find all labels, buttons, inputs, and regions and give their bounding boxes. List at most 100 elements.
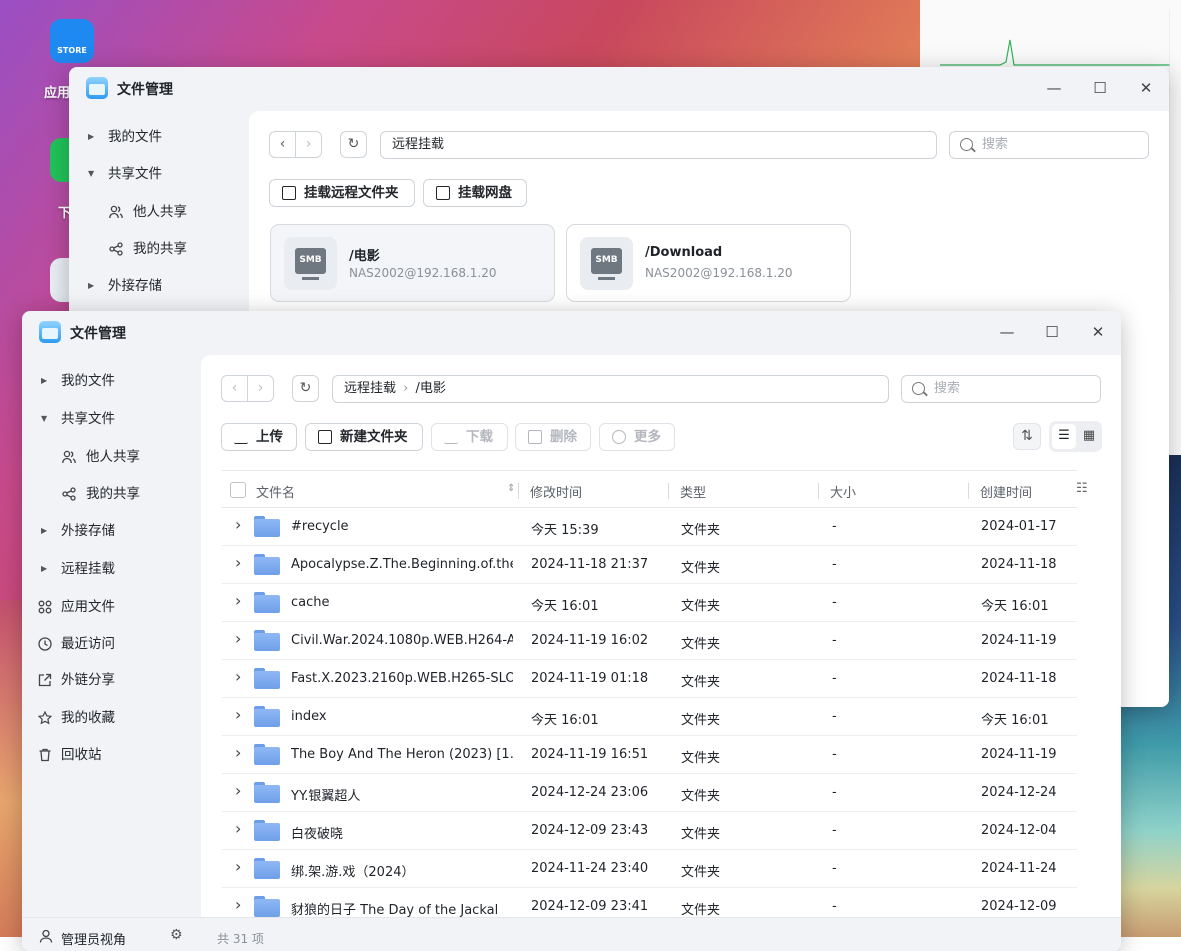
table-row[interactable]: › Civil.War.2024.1080p.WEB.H264-A... 2024-… — [222, 622, 1077, 660]
back-button[interactable]: ‹ — [269, 131, 296, 158]
forward-button[interactable]: › — [295, 131, 322, 158]
new-folder-button[interactable]: 新建文件夹 — [305, 423, 423, 451]
gear-icon[interactable]: ⚙ — [170, 927, 183, 943]
close-icon[interactable]: ✕ — [1089, 323, 1107, 341]
expand-chevron-icon[interactable]: › — [235, 705, 241, 724]
apps-grid-icon — [38, 600, 52, 614]
sidebar-item-my-shares[interactable]: 我的共享 — [22, 476, 202, 512]
mount-card-movies[interactable]: SMB /电影 NAS2002@192.168.1.20 — [270, 224, 555, 302]
column-settings-icon[interactable]: ☷ — [1076, 481, 1088, 496]
caret-right-icon: ▶ — [88, 132, 95, 141]
expand-chevron-icon[interactable]: › — [235, 667, 241, 686]
app-store-icon[interactable]: STORE — [50, 19, 94, 63]
table-row[interactable]: › The Boy And The Heron (2023) [1... 2024-… — [222, 736, 1077, 774]
sidebar-item-remote-mount[interactable]: ▶ 远程挂载 — [22, 551, 202, 587]
table-row[interactable]: › cache 今天 16:01 文件夹 - 今天 16:01 — [222, 584, 1077, 622]
breadcrumb-item[interactable]: 远程挂载 — [344, 381, 396, 396]
folder-icon — [254, 592, 280, 613]
expand-chevron-icon[interactable]: › — [235, 515, 241, 534]
file-manager-app-icon — [86, 77, 108, 99]
sidebar-item-shared-files[interactable]: ▼ 共享文件 — [22, 401, 202, 437]
table-row[interactable]: › 绑.架.游.戏（2024） 2024-11-24 23:40 文件夹 - 2024-1… — [222, 850, 1077, 888]
expand-chevron-icon[interactable]: › — [235, 629, 241, 648]
sidebar-item-my-shares[interactable]: 我的共享 — [69, 231, 249, 267]
expand-chevron-icon[interactable]: › — [235, 591, 241, 610]
address-bar[interactable]: 远程挂载 — [380, 131, 937, 159]
window-title: 文件管理 — [70, 326, 126, 342]
table-row[interactable]: › Fast.X.2023.2160p.WEB.H265-SLO... 2024-1… — [222, 660, 1077, 698]
forward-button[interactable]: › — [247, 375, 274, 402]
back-button[interactable]: ‹ — [221, 375, 248, 402]
close-icon[interactable]: ✕ — [1137, 79, 1155, 97]
sidebar-item-shared-with-me[interactable]: 他人共享 — [22, 439, 202, 475]
cell-created: 2024-01-17 — [981, 519, 1057, 534]
minimize-icon[interactable]: — — [998, 323, 1016, 341]
star-icon — [38, 711, 52, 725]
table-row[interactable]: › YY.银翼超人 2024-12-24 23:06 文件夹 - 2024-12-24 — [222, 774, 1077, 812]
sidebar-item-shared-with-me[interactable]: 他人共享 — [69, 194, 249, 230]
upload-button[interactable]: 上传 — [221, 423, 297, 451]
table-row[interactable]: › #recycle 今天 15:39 文件夹 - 2024-01-17 — [222, 508, 1077, 546]
column-header-type[interactable]: 类型 — [668, 482, 706, 501]
mount-remote-folder-button[interactable]: 挂载远程文件夹 — [269, 179, 415, 207]
mount-card-download[interactable]: SMB /Download NAS2002@192.168.1.20 — [566, 224, 851, 302]
caret-down-icon: ▼ — [88, 169, 95, 178]
select-all-checkbox[interactable] — [230, 482, 246, 498]
list-view-icon[interactable]: ☰ — [1052, 424, 1076, 449]
title-bar[interactable]: 文件管理 — ☐ ✕ — [22, 311, 1121, 355]
minimize-icon[interactable]: — — [1045, 79, 1063, 97]
grid-view-icon[interactable]: ▦ — [1077, 424, 1101, 449]
sidebar-item-recent[interactable]: 最近访问 — [22, 626, 202, 662]
sidebar-item-app-files[interactable]: 应用文件 — [22, 589, 202, 625]
column-header-size[interactable]: 大小 — [818, 482, 856, 501]
cell-type: 文件夹 — [681, 523, 721, 538]
table-row[interactable]: › Apocalypse.Z.The.Beginning.of.the... 202… — [222, 546, 1077, 584]
column-header-created[interactable]: 创建时间 — [968, 482, 1032, 501]
title-bar[interactable]: 文件管理 — ☐ ✕ — [69, 67, 1169, 111]
more-button[interactable]: 更多 — [599, 423, 675, 451]
download-button[interactable]: 下载 — [431, 423, 508, 451]
breadcrumb-item[interactable]: /电影 — [416, 381, 446, 396]
cell-size: - — [832, 747, 837, 762]
search-input[interactable]: 搜索 — [949, 131, 1149, 159]
sidebar-item-favorites[interactable]: 我的收藏 — [22, 700, 202, 736]
cell-name: 白夜破晓 — [291, 827, 344, 842]
cell-modified: 2024-12-24 23:06 — [531, 785, 649, 800]
maximize-icon[interactable]: ☐ — [1091, 79, 1109, 97]
cell-type: 文件夹 — [681, 865, 721, 880]
cell-name: The Boy And The Heron (2023) [1... — [291, 747, 513, 762]
sidebar-item-link-share[interactable]: 外链分享 — [22, 662, 202, 698]
view-toggle: ☰ ▦ — [1049, 421, 1102, 452]
cell-modified: 2024-11-24 23:40 — [531, 861, 649, 876]
expand-chevron-icon[interactable]: › — [235, 819, 241, 838]
expand-chevron-icon[interactable]: › — [235, 743, 241, 762]
maximize-icon[interactable]: ☐ — [1043, 323, 1061, 341]
sidebar-item-external-storage[interactable]: ▶ 外接存储 — [22, 513, 202, 549]
sidebar-item-my-files[interactable]: ▶ 我的文件 — [69, 119, 249, 155]
table-row[interactable]: › index 今天 16:01 文件夹 - 今天 16:01 — [222, 698, 1077, 736]
search-input[interactable]: 搜索 — [901, 375, 1101, 403]
refresh-button[interactable]: ↻ — [292, 375, 319, 402]
sidebar-item-external-storage[interactable]: ▶ 外接存储 — [69, 268, 249, 304]
sort-button[interactable]: ⇅ — [1013, 423, 1041, 450]
table-row[interactable]: › 白夜破晓 2024-12-09 23:43 文件夹 - 2024-12-04 — [222, 812, 1077, 850]
folder-icon — [254, 554, 280, 575]
expand-chevron-icon[interactable]: › — [235, 781, 241, 800]
admin-view-label[interactable]: 管理员视角 — [61, 929, 126, 948]
refresh-button[interactable]: ↻ — [340, 131, 367, 158]
breadcrumb[interactable]: 远程挂载 › /电影 — [332, 375, 889, 403]
mount-cloud-disk-button[interactable]: 挂载网盘 — [423, 179, 527, 207]
sidebar-item-shared-files[interactable]: ▼ 共享文件 — [69, 156, 249, 192]
sidebar-item-my-files[interactable]: ▶ 我的文件 — [22, 363, 202, 399]
expand-chevron-icon[interactable]: › — [235, 553, 241, 572]
cell-size: - — [832, 785, 837, 800]
expand-chevron-icon[interactable]: › — [235, 857, 241, 876]
column-header-name[interactable]: 文件名 — [256, 482, 295, 501]
cell-modified: 2024-11-18 21:37 — [531, 557, 649, 572]
file-manager-window: 文件管理 — ☐ ✕ ▶ 我的文件 ▼ 共享文件 他人共享 我的共享 ▶ 外接存储 ▶… — [22, 311, 1121, 951]
column-header-modified[interactable]: 修改时间 — [518, 482, 582, 501]
delete-button[interactable]: 删除 — [515, 423, 591, 451]
sidebar-item-recycle-bin[interactable]: 回收站 — [22, 737, 202, 773]
expand-chevron-icon[interactable]: › — [235, 895, 241, 914]
sort-icon[interactable]: ⇕ — [507, 483, 515, 494]
